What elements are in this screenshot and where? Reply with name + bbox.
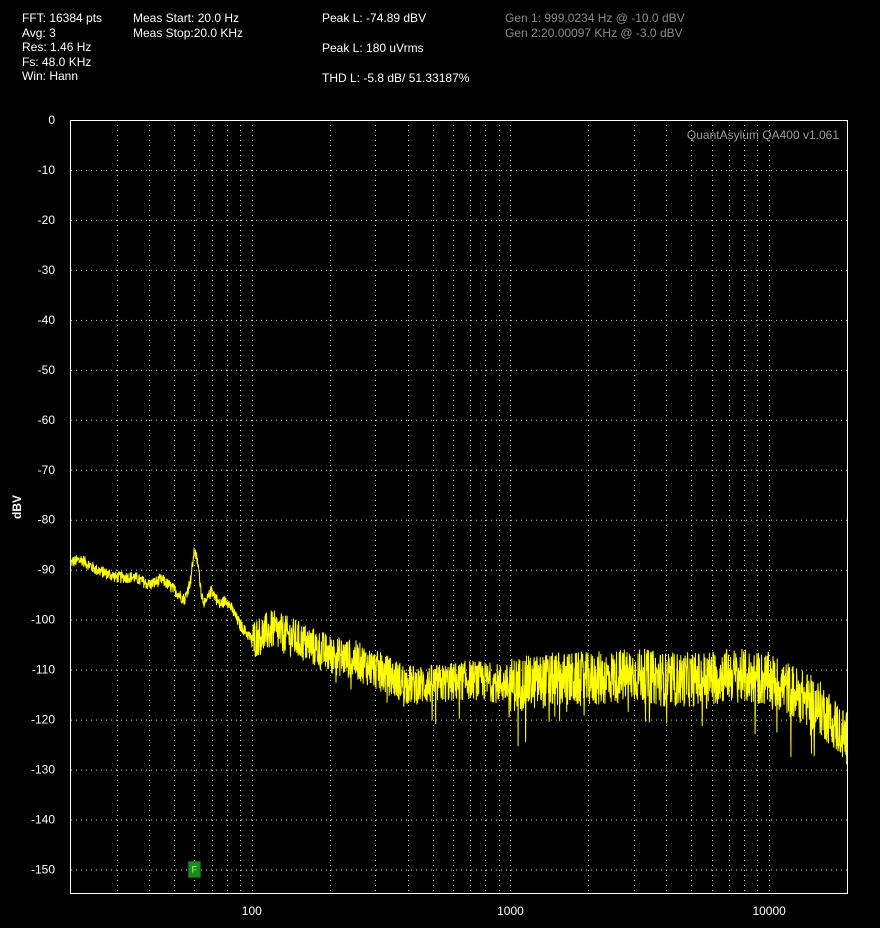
y-axis-title: dBV: [10, 495, 24, 519]
x-tick-label: 100: [242, 904, 262, 918]
y-tick-label: -80: [38, 513, 56, 527]
x-tick-label: 1000: [497, 904, 524, 918]
y-tick-label: -70: [38, 463, 56, 477]
marker-label: F: [192, 865, 198, 875]
x-axis-labels: 100 1000 10000: [242, 904, 786, 918]
traces: [71, 547, 847, 765]
y-axis-labels: 0 -10 -20 -30 -40 -50 -60 -70 -80 -90 -100 -110 -120…: [31, 113, 55, 877]
y-tick-label: -150: [31, 863, 55, 877]
y-tick-label: -50: [38, 363, 56, 377]
y-tick-label: -40: [38, 313, 56, 327]
y-tick-label: -120: [31, 713, 55, 727]
y-tick-label: -10: [38, 163, 56, 177]
y-tick-label: -130: [31, 763, 55, 777]
grid: [71, 120, 847, 893]
plot-frame: [70, 120, 848, 894]
brand-label: QuantAsylum QA400 v1.061: [687, 128, 839, 142]
y-tick-label: -110: [32, 663, 55, 677]
frequency-marker[interactable]: F: [187, 861, 201, 879]
x-tick-label: 10000: [752, 904, 786, 918]
y-tick-label: -140: [31, 813, 55, 827]
spectrum-chart: 0 -10 -20 -30 -40 -50 -60 -70 -80 -90 -100 -110 -120…: [10, 113, 848, 918]
y-tick-label: -30: [38, 263, 56, 277]
y-tick-label: -90: [38, 563, 56, 577]
y-tick-label: -100: [31, 613, 55, 627]
y-tick-label: -20: [38, 213, 56, 227]
spectrum-trace: [71, 547, 847, 765]
y-tick-label: -60: [38, 413, 56, 427]
y-tick-label: 0: [48, 113, 55, 127]
